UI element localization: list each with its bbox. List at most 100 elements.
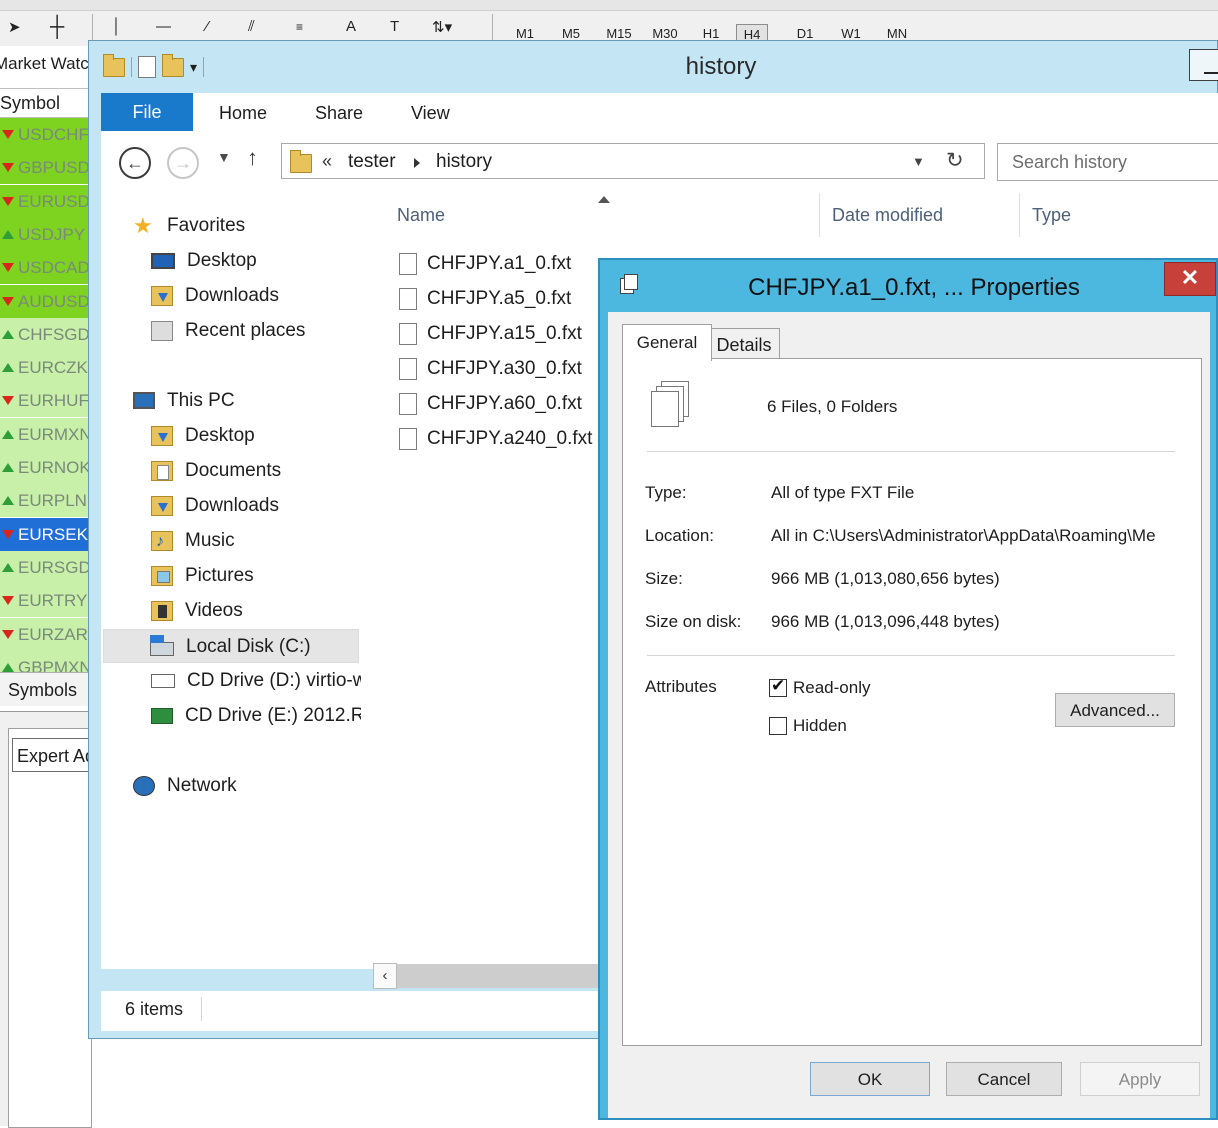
file-item[interactable]: CHFJPY.a60_0.fxt xyxy=(399,386,582,421)
cursor-icon[interactable]: ➤ xyxy=(8,18,21,36)
tab-view[interactable]: View xyxy=(411,93,450,131)
tree-network[interactable]: Network xyxy=(133,769,237,803)
refresh-icon[interactable]: ↻ xyxy=(946,148,964,173)
close-button[interactable]: ✕ xyxy=(1164,262,1216,296)
file-item[interactable]: CHFJPY.a5_0.fxt xyxy=(399,281,571,316)
search-input[interactable] xyxy=(998,144,1218,180)
breadcrumb-tester[interactable]: tester xyxy=(348,151,396,173)
file-item[interactable]: CHFJPY.a1_0.fxt xyxy=(399,246,571,281)
cd-drive-icon xyxy=(151,707,173,724)
symbols-tab[interactable]: Symbols xyxy=(0,672,88,706)
channel-icon[interactable]: ⫽ xyxy=(248,18,255,35)
tree-pc-cd-d[interactable]: CD Drive (D:) virtio-win xyxy=(151,664,361,698)
size-value: 966 MB (1,013,080,656 bytes) xyxy=(771,569,1000,588)
file-item[interactable]: CHFJPY.a240_0.fxt xyxy=(399,421,592,456)
tab-home[interactable]: Home xyxy=(219,93,267,131)
file-item[interactable]: CHFJPY.a15_0.fxt xyxy=(399,316,582,351)
breadcrumb-arrow-icon[interactable] xyxy=(414,158,420,168)
fibonacci-icon[interactable]: ≡ xyxy=(296,20,303,34)
tree-pc-local-disk[interactable]: Local Disk (C:) xyxy=(103,629,359,663)
column-name[interactable]: Name xyxy=(397,193,445,237)
search-box[interactable] xyxy=(997,143,1218,181)
crosshair-icon[interactable]: ┼ xyxy=(50,16,64,39)
text-icon[interactable]: A xyxy=(346,18,356,35)
symbol-name: EURCZK xyxy=(18,358,88,378)
computer-icon xyxy=(133,392,155,410)
symbol-row[interactable]: GBPUSD xyxy=(0,151,88,185)
address-row: ← → ▼ ↑ « tester history ▼ ↻ xyxy=(101,131,1218,193)
breadcrumb-overflow[interactable]: « xyxy=(322,151,332,172)
symbol-row[interactable]: EURCZK xyxy=(0,351,88,385)
expert-advisors-item[interactable]: Expert Advisors xyxy=(12,738,92,772)
readonly-checkbox[interactable] xyxy=(769,676,787,697)
window-title: history xyxy=(685,53,757,80)
apply-button[interactable]: Apply xyxy=(1080,1062,1200,1096)
symbol-row[interactable]: EURMXN xyxy=(0,417,88,451)
readonly-label[interactable]: Read-only xyxy=(793,678,871,698)
arrows-dropdown-icon[interactable]: ⇅▾ xyxy=(432,18,452,36)
tab-general[interactable]: General xyxy=(622,324,712,361)
minimize-button[interactable] xyxy=(1189,49,1218,81)
tree-pc-videos[interactable]: Videos xyxy=(151,594,243,628)
symbol-row[interactable]: EURNOK xyxy=(0,451,88,484)
symbol-row[interactable]: AUDUSD xyxy=(0,284,88,318)
tab-share[interactable]: Share xyxy=(315,93,363,131)
symbol-column-header[interactable]: Symbol xyxy=(0,88,88,118)
symbol-row[interactable]: EURUSD xyxy=(0,184,88,218)
tree-fav-desktop[interactable]: Desktop xyxy=(151,244,257,278)
symbol-row[interactable]: EURHUF xyxy=(0,384,88,418)
horizontal-line-icon[interactable]: — xyxy=(156,18,171,35)
desktop-icon xyxy=(151,252,175,269)
symbol-row[interactable]: EURTRY xyxy=(0,584,88,618)
ribbon-tabs: File Home Share View xyxy=(101,93,1218,132)
tree-favorites[interactable]: ★ Favorites xyxy=(133,209,245,243)
symbol-row[interactable]: EURSGD xyxy=(0,550,88,584)
arrow-up-icon xyxy=(2,429,14,439)
symbol-row[interactable]: USDCAD xyxy=(0,251,88,285)
file-icon xyxy=(399,252,417,275)
file-item[interactable]: CHFJPY.a30_0.fxt xyxy=(399,351,582,386)
tree-pc-desktop[interactable]: Desktop xyxy=(151,419,255,453)
vertical-line-icon[interactable]: │ xyxy=(112,18,121,35)
tab-details[interactable]: Details xyxy=(708,328,780,362)
scroll-left-icon[interactable]: ‹ xyxy=(373,963,397,989)
column-divider[interactable] xyxy=(1019,193,1020,237)
column-divider[interactable] xyxy=(819,193,820,237)
recent-locations-icon[interactable]: ▼ xyxy=(217,149,231,165)
toolbar-separator xyxy=(492,14,493,42)
symbol-row[interactable]: EURSEK xyxy=(0,517,88,551)
file-icon xyxy=(399,322,417,345)
hidden-checkbox[interactable] xyxy=(769,717,787,735)
tree-fav-recent[interactable]: Recent places xyxy=(151,314,305,348)
forward-button[interactable]: → xyxy=(167,147,199,179)
tree-pc-documents[interactable]: Documents xyxy=(151,454,281,488)
text-label-icon[interactable]: T xyxy=(390,18,399,35)
column-date-modified[interactable]: Date modified xyxy=(832,193,943,237)
tree-this-pc[interactable]: This PC xyxy=(133,384,235,418)
symbol-row[interactable]: USDJPY xyxy=(0,217,88,251)
symbol-row[interactable]: CHFSGD xyxy=(0,317,88,351)
advanced-button[interactable]: Advanced... xyxy=(1055,693,1175,727)
ok-button[interactable]: OK xyxy=(810,1062,930,1096)
symbol-row[interactable]: EURZAR xyxy=(0,617,88,651)
tree-fav-downloads[interactable]: Downloads xyxy=(151,279,279,313)
column-type[interactable]: Type xyxy=(1032,193,1071,237)
tree-pc-cd-e[interactable]: CD Drive (E:) 2012.R2 xyxy=(151,699,361,733)
symbol-row[interactable]: EURPLN xyxy=(0,484,88,518)
breadcrumb-history[interactable]: history xyxy=(436,151,492,173)
address-bar[interactable]: « tester history ▼ ↻ xyxy=(281,143,985,179)
tab-file[interactable]: File xyxy=(101,93,193,131)
symbol-row[interactable]: USDCHF xyxy=(0,118,88,151)
up-button[interactable]: ↑ xyxy=(247,145,258,171)
address-history-icon[interactable]: ▼ xyxy=(912,154,925,169)
trendline-icon[interactable]: ⁄ xyxy=(206,18,209,35)
symbol-name: EURSGD xyxy=(18,557,88,577)
cancel-button[interactable]: Cancel xyxy=(946,1062,1062,1096)
tree-pc-downloads[interactable]: Downloads xyxy=(151,489,279,523)
symbol-name: AUDUSD xyxy=(18,291,88,311)
hidden-label[interactable]: Hidden xyxy=(793,716,847,736)
back-button[interactable]: ← xyxy=(119,147,151,179)
tree-pc-music[interactable]: Music xyxy=(151,524,235,559)
file-icon xyxy=(399,357,417,380)
tree-pc-pictures[interactable]: Pictures xyxy=(151,559,254,593)
